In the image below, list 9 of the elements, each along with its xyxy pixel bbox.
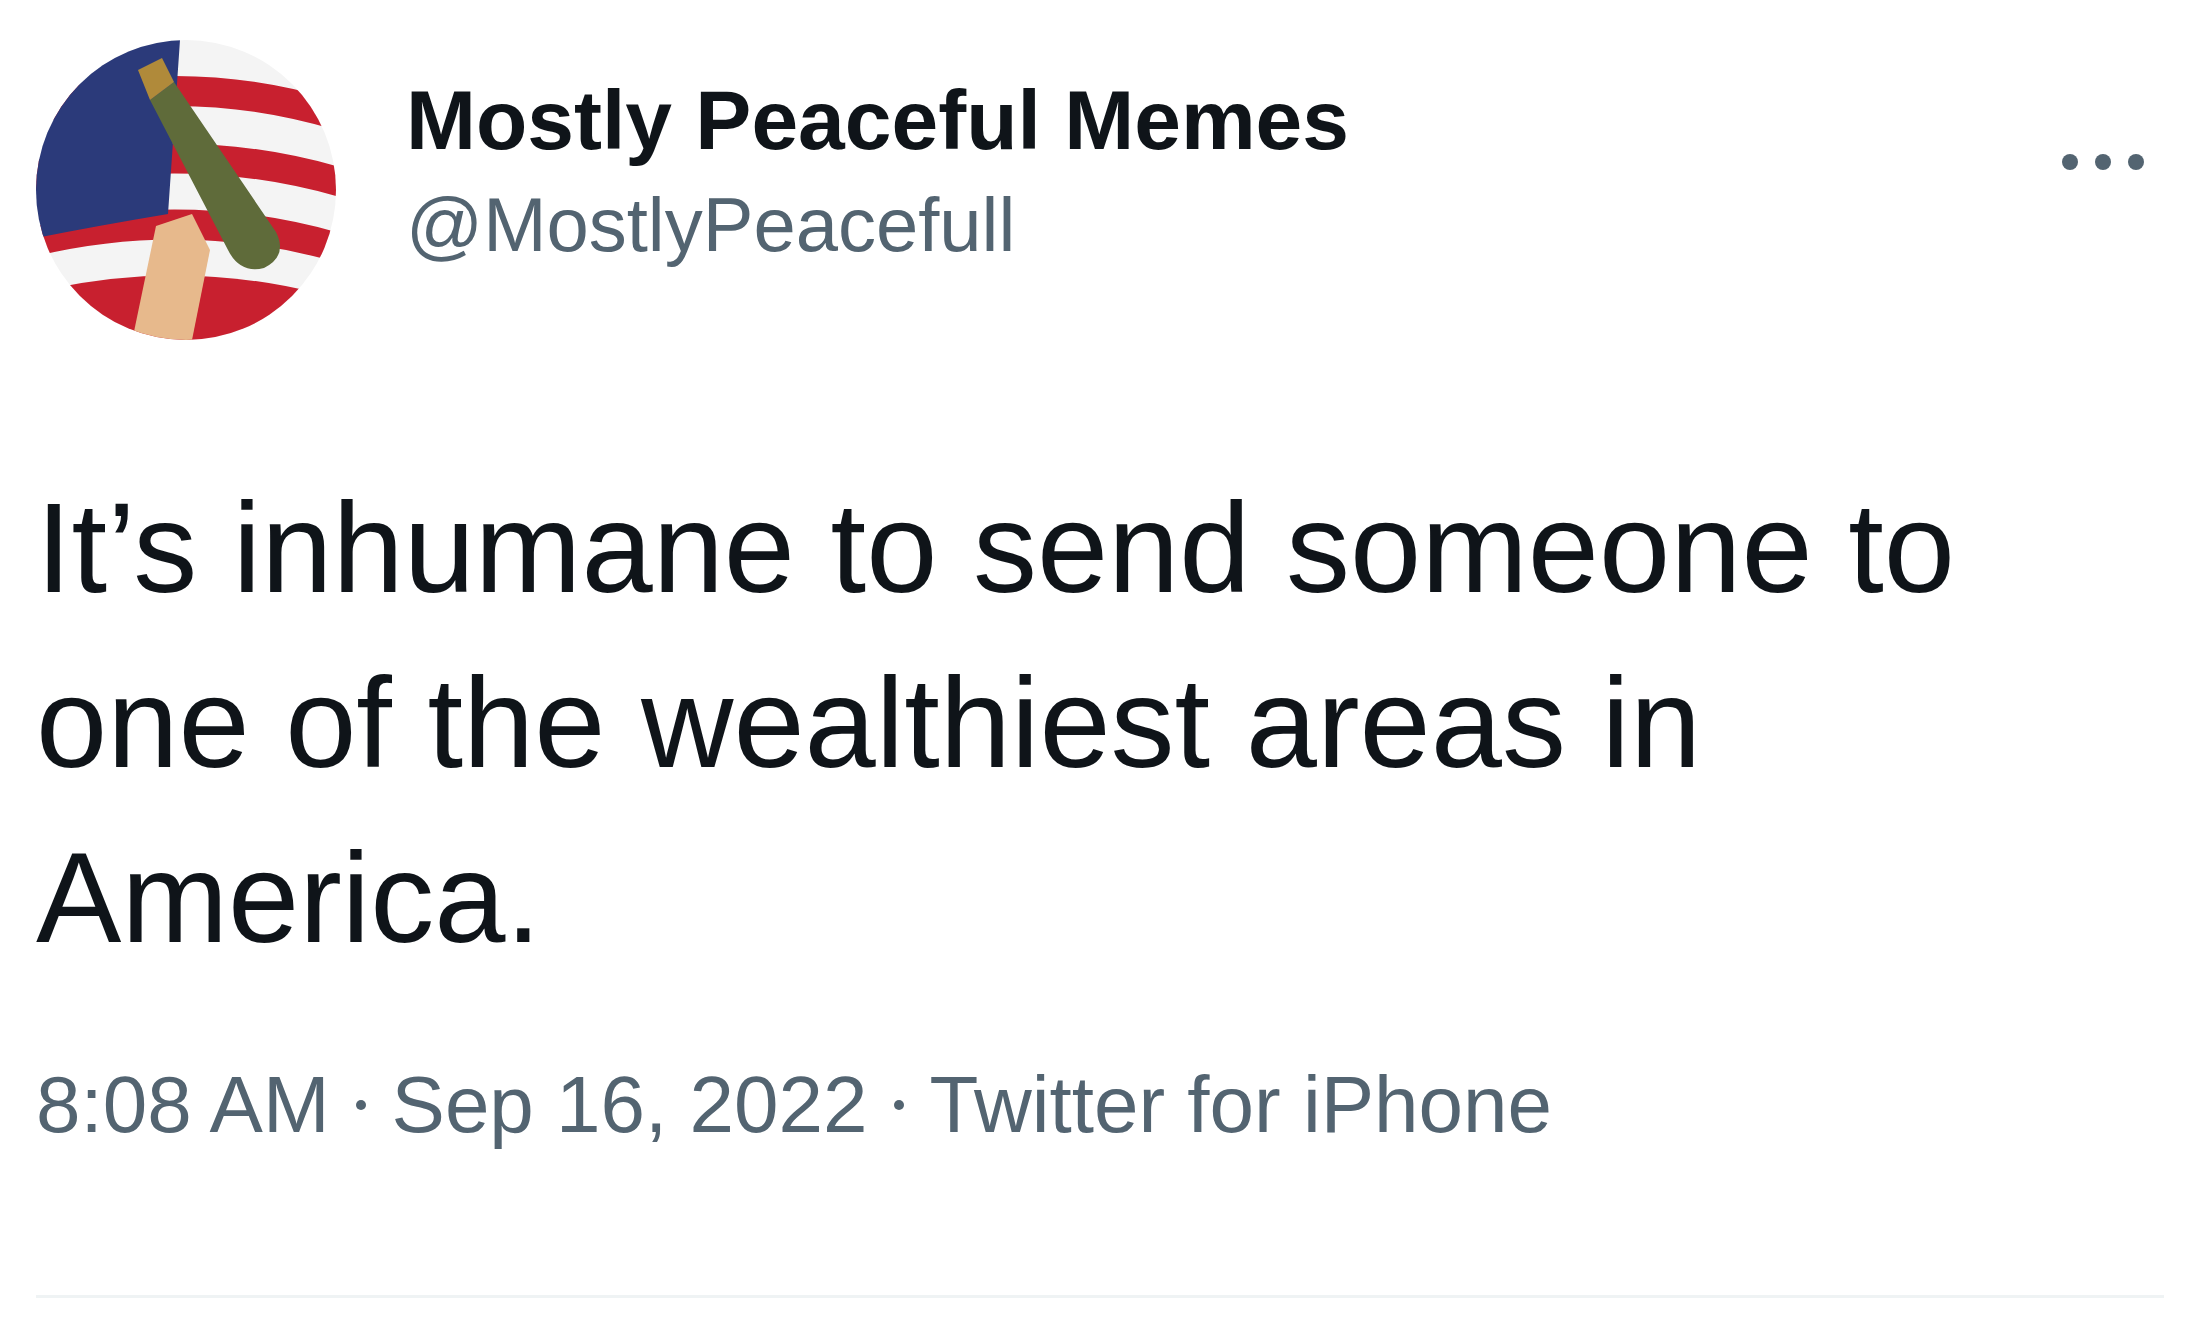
- author-name[interactable]: Mostly Peaceful Memes: [406, 65, 1350, 175]
- tweet-meta: 8:08 AM: [36, 1059, 330, 1151]
- author-handle[interactable]: @MostlyPeacefull: [406, 175, 1350, 275]
- separator-dot: [355, 1100, 366, 1110]
- more-options-icon[interactable]: [2060, 152, 2146, 172]
- separator-dot: [893, 1100, 904, 1110]
- tweet-meta: Sep 16, 2022: [391, 1059, 868, 1151]
- tweet-meta[interactable]: Twitter for iPhone: [929, 1055, 1552, 1155]
- tweet-text: It’s inhumane to send someone to one of the wealthiest areas in America.: [36, 475, 1956, 971]
